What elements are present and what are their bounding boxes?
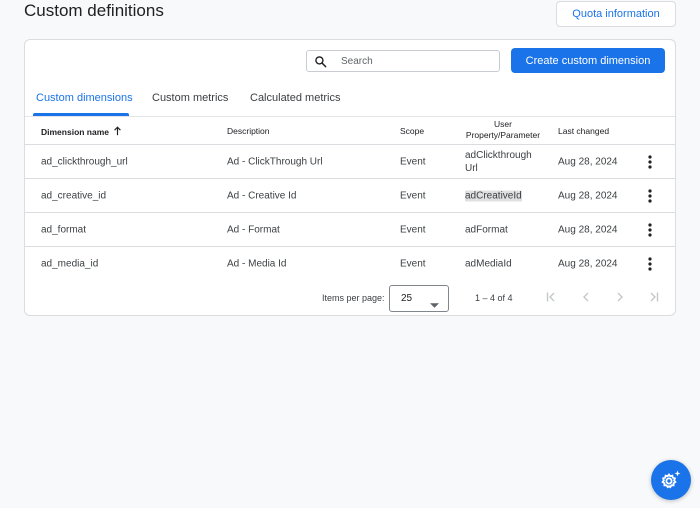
last-changed: Aug 28, 2024 [558, 190, 618, 201]
description: Ad - Media Id [227, 258, 287, 270]
more-vert-icon[interactable] [641, 221, 659, 239]
more-vert-icon[interactable] [641, 255, 659, 273]
items-per-page-label: Items per page: [322, 293, 385, 303]
items-per-page-value: 25 [401, 293, 413, 304]
user-property-parameter: adClickthroughUrl [465, 149, 532, 174]
last-changed: Aug 28, 2024 [558, 258, 618, 270]
more-vert-icon[interactable] [641, 153, 659, 171]
search-input[interactable] [341, 55, 491, 67]
custom-definitions-card: Create custom dimension Custom dimension… [24, 39, 676, 316]
quota-information-button[interactable]: Quota information [556, 1, 676, 27]
create-custom-dimension-button[interactable]: Create custom dimension [511, 48, 665, 73]
user-property-parameter: adMediaId [465, 258, 512, 270]
next-page-icon[interactable] [613, 290, 627, 304]
arrow-up-icon [113, 126, 122, 138]
search-field[interactable] [306, 50, 500, 72]
search-icon [307, 55, 333, 68]
table-row[interactable]: ad_format Ad - Format Event adFormat Aug… [25, 213, 675, 247]
scope: Event [400, 224, 426, 235]
pagination-bar: Items per page: 25 1 – 4 of 4 [25, 280, 675, 312]
more-vert-icon[interactable] [641, 187, 659, 205]
dimension-name: ad_clickthrough_url [41, 156, 128, 167]
scope: Event [400, 156, 426, 167]
column-header-scope[interactable]: Scope [400, 126, 424, 136]
dimension-name: ad_creative_id [41, 190, 107, 201]
tab-bar: Custom dimensions Custom metrics Calcula… [25, 86, 675, 116]
table-header: Dimension name Description Scope User Pr… [25, 117, 675, 145]
tab-custom-dimensions[interactable]: Custom dimensions [36, 92, 133, 104]
column-header-description[interactable]: Description [227, 126, 270, 136]
last-changed: Aug 28, 2024 [558, 156, 618, 167]
description: Ad - Format [227, 224, 280, 235]
items-per-page-select[interactable]: 25 [389, 285, 449, 312]
user-property-parameter: adCreativeId [465, 190, 522, 201]
last-page-icon[interactable] [646, 290, 660, 304]
table-row[interactable]: ad_media_id Ad - Media Id Event adMediaI… [25, 247, 675, 281]
scope: Event [400, 258, 426, 270]
column-header-user-property[interactable]: User Property/Parameter [465, 119, 541, 141]
chevron-down-icon [430, 296, 439, 314]
column-header-last-changed[interactable]: Last changed [558, 126, 609, 136]
column-header-dimension-name[interactable]: Dimension name [41, 126, 122, 138]
last-changed: Aug 28, 2024 [558, 224, 618, 235]
tab-calculated-metrics[interactable]: Calculated metrics [250, 92, 340, 104]
description: Ad - Creative Id [227, 190, 297, 201]
pagination-range: 1 – 4 of 4 [475, 293, 513, 303]
dimension-name: ad_media_id [41, 258, 99, 270]
first-page-icon[interactable] [545, 290, 559, 304]
table-row[interactable]: ad_creative_id Ad - Creative Id Event ad… [25, 179, 675, 213]
table-row[interactable]: ad_clickthrough_url Ad - ClickThrough Ur… [25, 145, 675, 179]
description: Ad - ClickThrough Url [227, 156, 323, 167]
page-title: Custom definitions [24, 1, 164, 20]
previous-page-icon[interactable] [579, 290, 593, 304]
scope: Event [400, 190, 426, 201]
settings-sparkle-icon[interactable] [651, 460, 691, 500]
dimension-name: ad_format [41, 224, 87, 235]
tab-custom-metrics[interactable]: Custom metrics [152, 92, 228, 104]
user-property-parameter: adFormat [465, 224, 508, 235]
